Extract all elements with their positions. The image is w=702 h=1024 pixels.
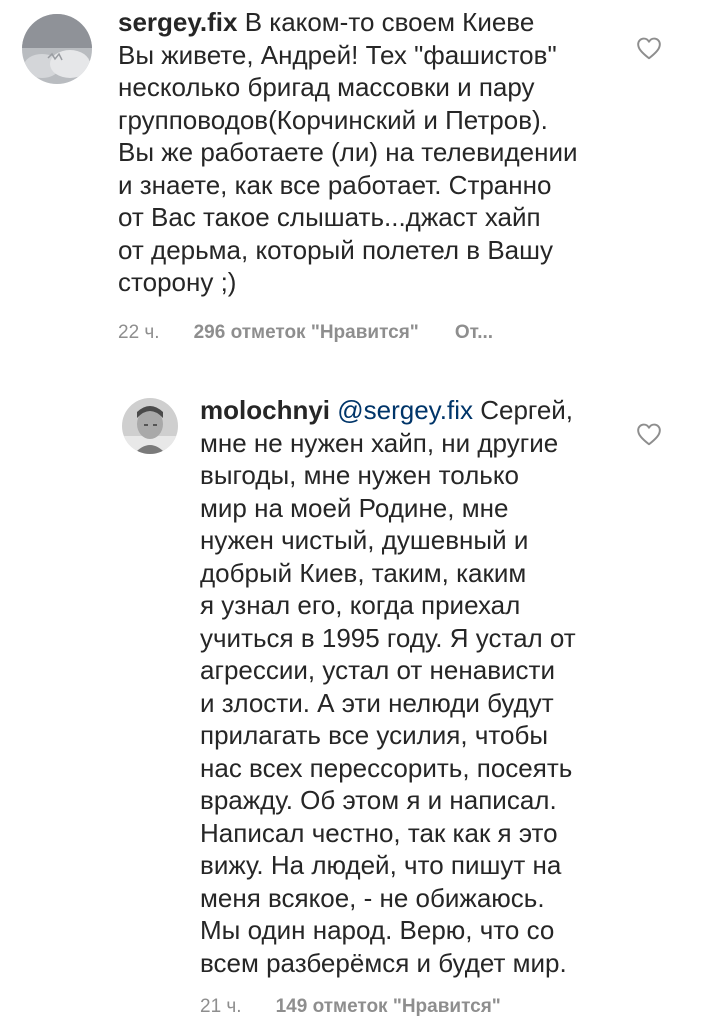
- comment-body: sergey.fix В каком-то своем Киеве Вы жив…: [118, 6, 688, 299]
- likes-count[interactable]: 296 отметок "Нравится": [194, 322, 419, 343]
- avatar[interactable]: [22, 14, 92, 84]
- like-heart-icon[interactable]: [636, 36, 662, 60]
- comment-sergey-fix: sergey.fix В каком-то своем Киеве Вы жив…: [0, 0, 702, 360]
- comment-molochnyi: molochnyi @sergey.fix Сергей, мне не нуж…: [0, 390, 702, 1024]
- comment-meta: 21 ч. 149 отметок "Нравится": [200, 996, 501, 1018]
- mention-link[interactable]: @sergey.fix: [337, 395, 473, 425]
- like-heart-icon[interactable]: [636, 422, 662, 446]
- username-link[interactable]: molochnyi: [200, 395, 330, 425]
- comment-text: В каком-то своем Киеве Вы живете, Андрей…: [118, 7, 578, 297]
- comment-meta: 22 ч. 296 отметок "Нравится" От...: [118, 322, 493, 344]
- comment-text: Сергей, мне не нужен хайп, ни другие выг…: [200, 395, 576, 978]
- avatar[interactable]: [122, 398, 178, 454]
- username-link[interactable]: sergey.fix: [118, 7, 237, 37]
- likes-count[interactable]: 149 отметок "Нравится": [276, 996, 501, 1017]
- timestamp[interactable]: 22 ч.: [118, 322, 160, 343]
- reply-button[interactable]: От...: [455, 322, 493, 343]
- timestamp[interactable]: 21 ч.: [200, 996, 242, 1017]
- comment-body: molochnyi @sergey.fix Сергей, мне не нуж…: [200, 394, 640, 979]
